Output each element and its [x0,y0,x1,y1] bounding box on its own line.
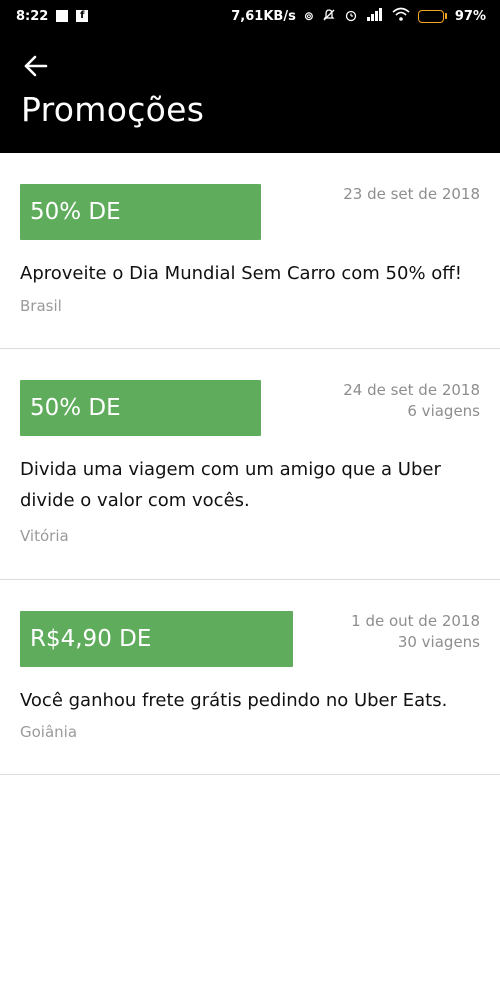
sync-icon: ⊚ [303,9,314,23]
back-button[interactable] [22,52,50,80]
facebook-icon: f [76,10,89,22]
promo-meta: 24 de set de 2018 6 viagens [343,380,480,422]
promo-location: Vitória [20,527,69,545]
promo-card[interactable]: R$4,90 DE DESCONTO 1 de out de 2018 30 v… [0,580,500,775]
promo-card[interactable]: 50% DE DESCONTO 24 de set de 2018 6 viag… [0,349,500,580]
promo-description: Aproveite o Dia Mundial Sem Carro com 50… [20,263,462,284]
discount-badge: 50% DE DESCONTO [20,380,261,477]
promo-location: Brasil [20,297,62,315]
status-time: 8:22 [16,8,49,24]
arrow-left-icon [24,55,48,77]
promo-meta: 23 de set de 2018 [343,184,480,205]
alarm-icon [344,8,358,25]
promo-date: 24 de set de 2018 [343,381,480,399]
status-left: 8:22 f [16,8,89,24]
signal-icon [366,7,384,25]
promo-description: Divida uma viagem com um amigo que a Ube… [20,459,441,511]
network-speed: 7,61KB/s [231,8,296,24]
muted-bell-icon [322,8,336,25]
promo-trips: 6 viagens [407,402,480,420]
app-header: Promoções [0,32,500,153]
battery-percent: 97% [454,8,486,24]
promo-description: Você ganhou frete grátis pedindo no Uber… [20,690,448,711]
page-title: Promoções [21,90,205,129]
status-right: 7,61KB/s ⊚ 97% [231,7,486,25]
promo-trips: 30 viagens [397,633,480,651]
discount-badge: 50% DE DESCONTO [20,184,261,281]
promo-date: 23 de set de 2018 [343,185,480,203]
battery-icon [417,9,447,23]
wifi-icon [392,7,410,25]
square-notification-icon [56,10,69,22]
status-bar: 8:22 f 7,61KB/s ⊚ 97% [0,0,500,32]
promo-date: 1 de out de 2018 [351,612,480,630]
promo-card[interactable]: 50% DE DESCONTO 23 de set de 2018 Aprove… [0,153,500,349]
promo-location: Goiânia [20,723,78,741]
discount-badge: R$4,90 DE DESCONTO [20,611,293,708]
promo-meta: 1 de out de 2018 30 viagens [351,611,480,653]
